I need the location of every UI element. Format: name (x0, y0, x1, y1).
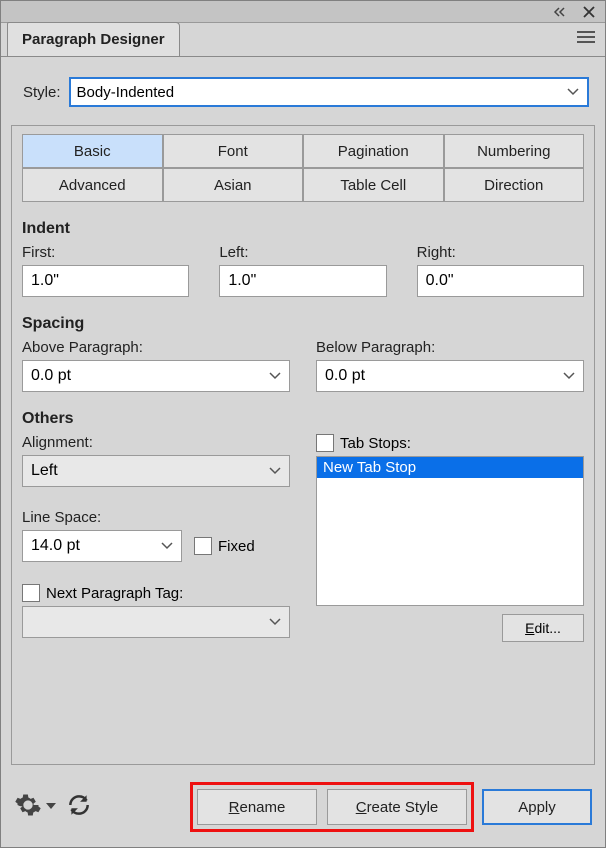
highlight-box: Rename Create Style (190, 782, 474, 832)
left-label: Left: (219, 244, 386, 261)
first-input[interactable] (22, 265, 189, 297)
refresh-icon[interactable] (66, 792, 92, 823)
panel-tab-row: Paragraph Designer (1, 23, 605, 57)
fixed-checkbox-wrap[interactable]: Fixed (194, 537, 255, 555)
next-para-checkbox[interactable] (22, 584, 40, 602)
next-para-checkbox-wrap[interactable]: Next Paragraph Tag: (22, 584, 290, 602)
style-select[interactable]: Body-Indented (69, 77, 589, 107)
line-space-value: 14.0 pt (31, 537, 80, 555)
edit-button[interactable]: Edit... (502, 614, 584, 642)
inner-panel: Basic Font Pagination Numbering Advanced… (11, 125, 595, 765)
line-space-combo[interactable]: 14.0 pt (22, 530, 182, 562)
below-combo[interactable]: 0.0 pt (316, 360, 584, 392)
chevron-down-icon (567, 88, 579, 96)
fixed-checkbox[interactable] (194, 537, 212, 555)
below-value: 0.0 pt (325, 367, 365, 385)
gear-icon[interactable] (14, 791, 42, 824)
spacing-group: Above Paragraph: 0.0 pt Below Paragraph:… (22, 339, 584, 392)
panel-menu-icon[interactable] (576, 30, 596, 49)
chevron-down-icon (563, 372, 575, 380)
below-label: Below Paragraph: (316, 339, 584, 356)
line-space-label: Line Space: (22, 509, 290, 526)
tab-row-2: Advanced Asian Table Cell Direction (22, 168, 584, 202)
tab-row-1: Basic Font Pagination Numbering (22, 134, 584, 168)
create-style-button[interactable]: Create Style (327, 789, 467, 825)
tab-basic[interactable]: Basic (22, 134, 163, 168)
tab-font[interactable]: Font (163, 134, 304, 168)
chevron-down-icon (161, 542, 173, 550)
next-para-label: Next Paragraph Tag: (46, 585, 183, 602)
tab-stops-list[interactable]: New Tab Stop (316, 456, 584, 606)
alignment-value: Left (31, 462, 58, 480)
fixed-label: Fixed (218, 538, 255, 555)
style-row: Style: Body-Indented (23, 77, 589, 107)
footer-row: Rename Create Style Apply (0, 784, 606, 830)
indent-group: First: Left: Right: (22, 244, 584, 297)
tab-table-cell[interactable]: Table Cell (303, 168, 444, 202)
above-combo[interactable]: 0.0 pt (22, 360, 290, 392)
chevron-down-icon (269, 372, 281, 380)
chevron-down-icon (269, 618, 281, 626)
right-label: Right: (417, 244, 584, 261)
tab-direction[interactable]: Direction (444, 168, 585, 202)
close-icon[interactable] (583, 6, 595, 18)
tab-pagination[interactable]: Pagination (303, 134, 444, 168)
first-label: First: (22, 244, 189, 261)
tab-stops-checkbox-wrap[interactable]: Tab Stops: (316, 434, 584, 452)
above-label: Above Paragraph: (22, 339, 290, 356)
alignment-combo[interactable]: Left (22, 455, 290, 487)
style-value: Body-Indented (77, 84, 175, 101)
panel-title: Paragraph Designer (22, 31, 165, 48)
tab-asian[interactable]: Asian (163, 168, 304, 202)
indent-heading: Indent (22, 220, 584, 238)
collapse-icon[interactable] (549, 7, 569, 17)
above-value: 0.0 pt (31, 367, 71, 385)
spacing-heading: Spacing (22, 315, 584, 333)
apply-button[interactable]: Apply (482, 789, 592, 825)
chevron-down-icon[interactable] (46, 798, 56, 816)
tab-stops-checkbox[interactable] (316, 434, 334, 452)
list-item[interactable]: New Tab Stop (317, 457, 583, 478)
tab-advanced[interactable]: Advanced (22, 168, 163, 202)
tab-stops-label: Tab Stops: (340, 435, 411, 452)
others-heading: Others (22, 410, 584, 428)
right-input[interactable] (417, 265, 584, 297)
panel-tab[interactable]: Paragraph Designer (7, 22, 180, 56)
left-input[interactable] (219, 265, 386, 297)
panel-titlebar (1, 1, 605, 23)
next-para-combo[interactable] (22, 606, 290, 638)
others-group: Alignment: Left Line Space: 14.0 pt Fixe… (22, 434, 584, 642)
chevron-down-icon (269, 467, 281, 475)
alignment-label: Alignment: (22, 434, 290, 451)
style-label: Style: (23, 84, 61, 101)
rename-button[interactable]: Rename (197, 789, 317, 825)
tab-numbering[interactable]: Numbering (444, 134, 585, 168)
paragraph-designer-panel: Paragraph Designer Style: Body-Indented … (0, 0, 606, 848)
